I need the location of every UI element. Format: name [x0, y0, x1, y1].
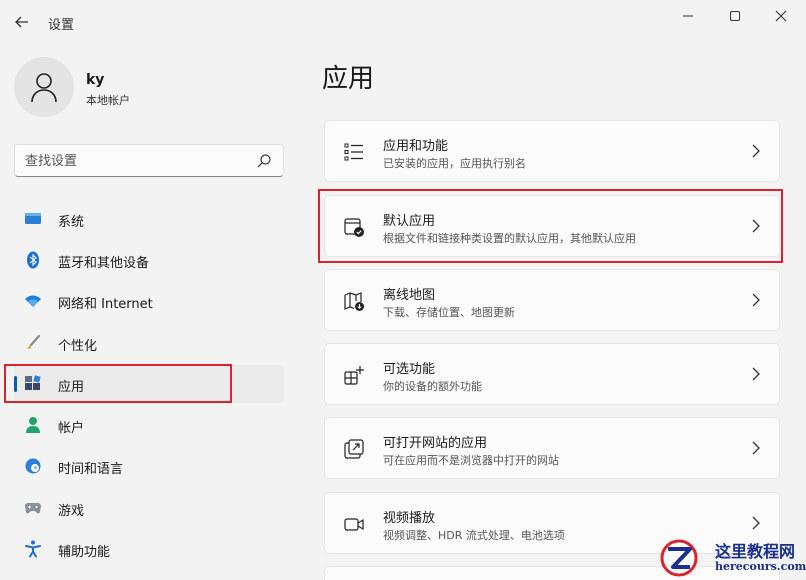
- sidebar-item-label: 蓝牙和其他设备: [58, 256, 150, 271]
- monitor-icon: [24, 210, 42, 228]
- user-name: ky: [86, 72, 105, 88]
- sidebar-item-label: 游戏: [58, 504, 85, 519]
- accessibility-icon: [24, 540, 42, 558]
- chevron-right-icon: [752, 144, 760, 158]
- chevron-right-icon: [752, 516, 760, 530]
- title-bar: 设置: [0, 0, 806, 44]
- brush-icon: [24, 334, 42, 352]
- sidebar-item-label: 系统: [58, 215, 85, 230]
- sidebar-item-network[interactable]: 网络和 Internet: [14, 282, 284, 320]
- person-icon: [24, 416, 42, 434]
- list-icon: [344, 143, 363, 161]
- wifi-icon: [24, 292, 42, 310]
- sidebar-item-label: 辅助功能: [58, 545, 111, 560]
- user-icon: [31, 73, 57, 103]
- search-input[interactable]: [25, 151, 245, 171]
- minimize-button[interactable]: [668, 4, 708, 28]
- arrow-left-icon: [15, 16, 28, 28]
- watermark-text: 这里教程网: [715, 542, 796, 561]
- bluetooth-icon: [24, 251, 42, 269]
- sidebar-item-label: 时间和语言: [58, 462, 124, 477]
- sidebar-item-label: 帐户: [58, 421, 85, 436]
- sidebar-item-bluetooth[interactable]: 蓝牙和其他设备: [14, 241, 284, 279]
- card-subtitle: 可在应用而不是浏览器中打开的网站: [383, 454, 559, 467]
- card-subtitle: 下载、存储位置、地图更新: [383, 306, 515, 319]
- maximize-icon: [730, 11, 740, 21]
- sidebar-item-system[interactable]: 系统: [14, 200, 284, 238]
- sidebar-item-personalization[interactable]: 个性化: [14, 324, 284, 362]
- card-offline-maps[interactable]: 离线地图 下载、存储位置、地图更新: [324, 269, 780, 331]
- sidebar-item-label: 个性化: [58, 339, 98, 354]
- video-icon: [344, 518, 364, 531]
- search-icon[interactable]: [255, 152, 273, 170]
- card-apps-features[interactable]: 应用和功能 已安装的应用，应用执行别名: [324, 120, 780, 182]
- avatar[interactable]: [14, 57, 74, 117]
- card-title: 应用和功能: [383, 139, 449, 154]
- highlight-box-nav: [4, 364, 232, 403]
- watermark: 这里教程网 herecours.com: [655, 536, 806, 580]
- card-title: 视频播放: [383, 511, 436, 526]
- open-external-icon: [344, 439, 364, 459]
- app-title: 设置: [48, 18, 75, 33]
- sidebar-item-time-language[interactable]: 时间和语言: [14, 447, 284, 485]
- card-title: 可打开网站的应用: [383, 436, 488, 451]
- card-subtitle: 你的设备的额外功能: [383, 380, 482, 393]
- card-subtitle: 已安装的应用，应用执行别名: [383, 157, 526, 170]
- card-subtitle: 视频调整、HDR 流式处理、电池选项: [383, 529, 565, 542]
- close-icon: [775, 10, 787, 22]
- back-button[interactable]: [10, 10, 34, 34]
- chevron-right-icon: [752, 441, 760, 455]
- search-box[interactable]: [14, 144, 284, 177]
- map-download-icon: [344, 292, 364, 311]
- highlight-box-card: [318, 189, 783, 263]
- card-title: 可选功能: [383, 362, 436, 377]
- chevron-right-icon: [752, 367, 760, 381]
- chevron-right-icon: [752, 293, 760, 307]
- account-type: 本地帐户: [86, 94, 130, 107]
- sidebar-item-label: 网络和 Internet: [58, 297, 153, 312]
- card-apps-for-websites[interactable]: 可打开网站的应用 可在应用而不是浏览器中打开的网站: [324, 417, 780, 479]
- watermark-url: herecours.com: [715, 560, 806, 573]
- watermark-logo-icon: [660, 539, 698, 577]
- gamepad-icon: [24, 499, 42, 517]
- globe-clock-icon: [24, 457, 42, 475]
- sidebar-item-gaming[interactable]: 游戏: [14, 489, 284, 527]
- card-optional-features[interactable]: 可选功能 你的设备的额外功能: [324, 343, 780, 405]
- minimize-icon: [683, 15, 693, 17]
- sidebar-item-accounts[interactable]: 帐户: [14, 406, 284, 444]
- card-title: 离线地图: [383, 288, 436, 303]
- close-button[interactable]: [761, 4, 801, 28]
- sidebar-item-accessibility[interactable]: 辅助功能: [14, 530, 284, 568]
- page-title: 应用: [322, 64, 375, 94]
- maximize-button[interactable]: [715, 4, 755, 28]
- grid-add-icon: [344, 366, 364, 385]
